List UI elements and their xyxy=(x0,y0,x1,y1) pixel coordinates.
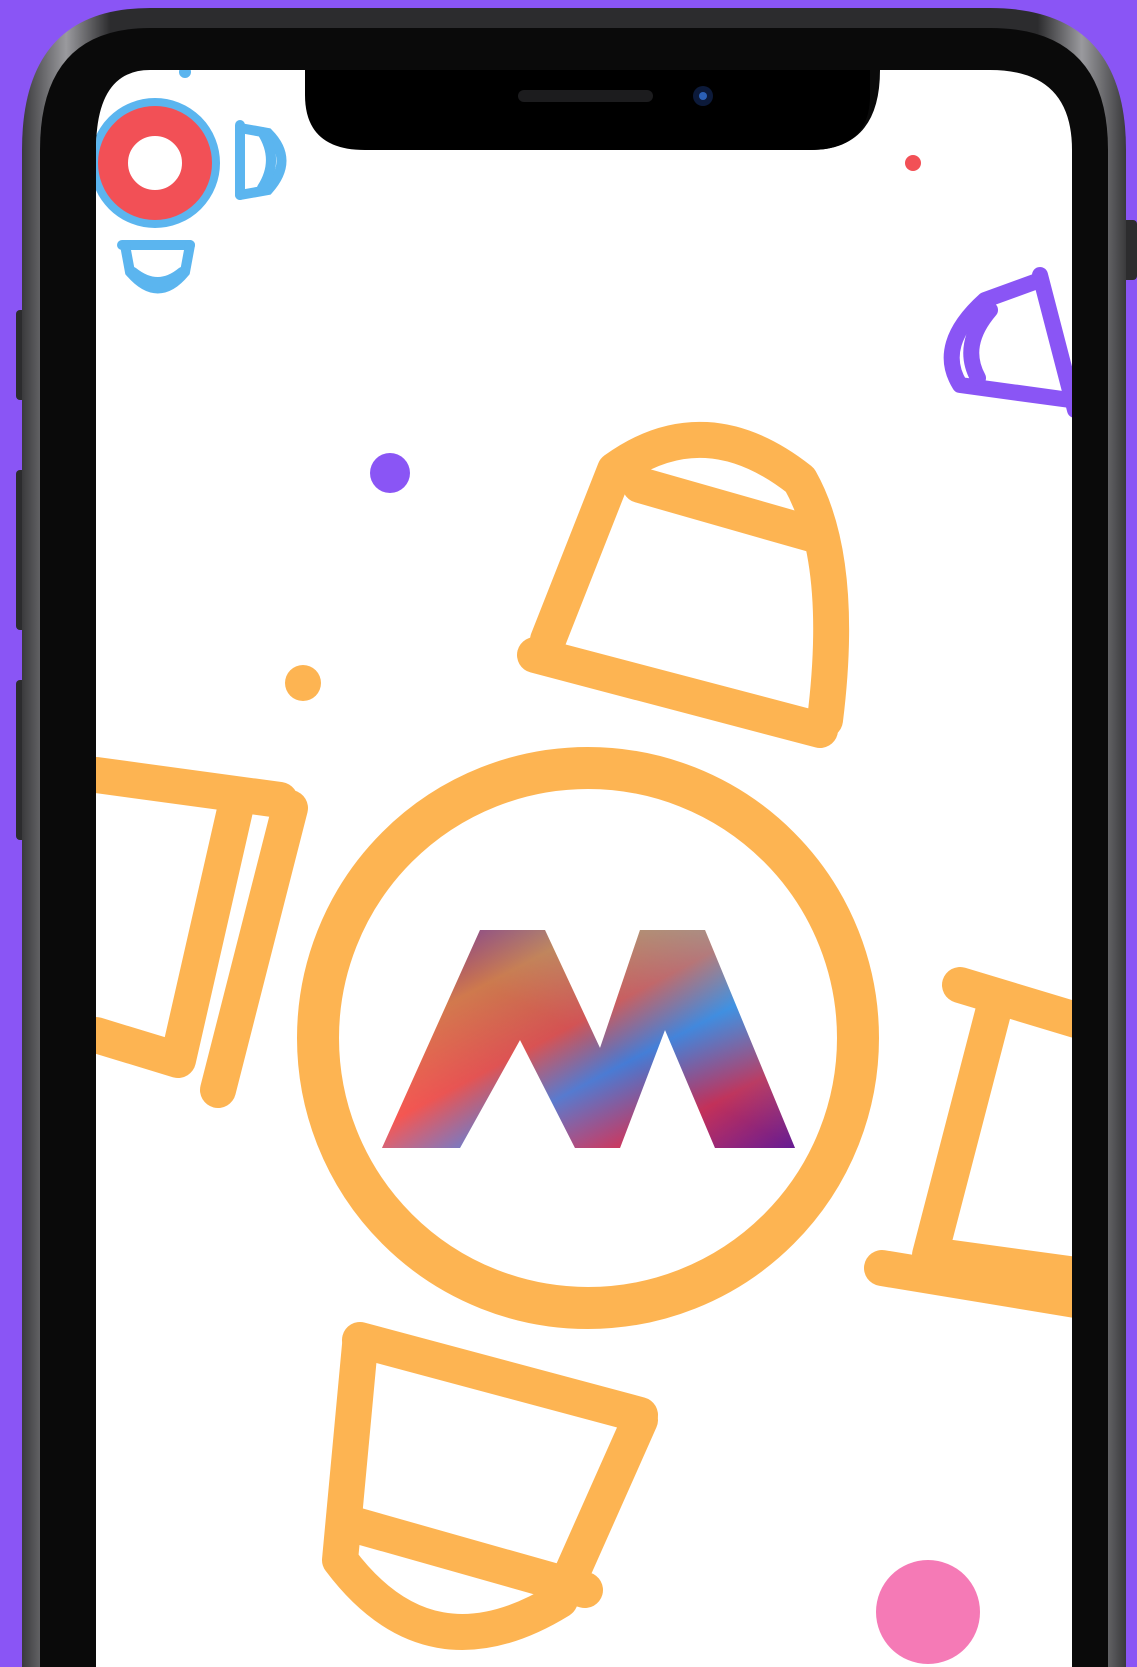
phone-notch xyxy=(305,70,870,150)
speaker-grille xyxy=(518,90,653,102)
dot-icon-purple xyxy=(370,453,410,493)
splash-screen-stage xyxy=(0,0,1137,1667)
screen xyxy=(96,70,1072,1667)
dot-icon-orange xyxy=(285,665,321,701)
phone-mockup xyxy=(16,8,1137,1667)
dot-icon-pink xyxy=(876,1560,980,1664)
dot-icon-red xyxy=(905,155,921,171)
